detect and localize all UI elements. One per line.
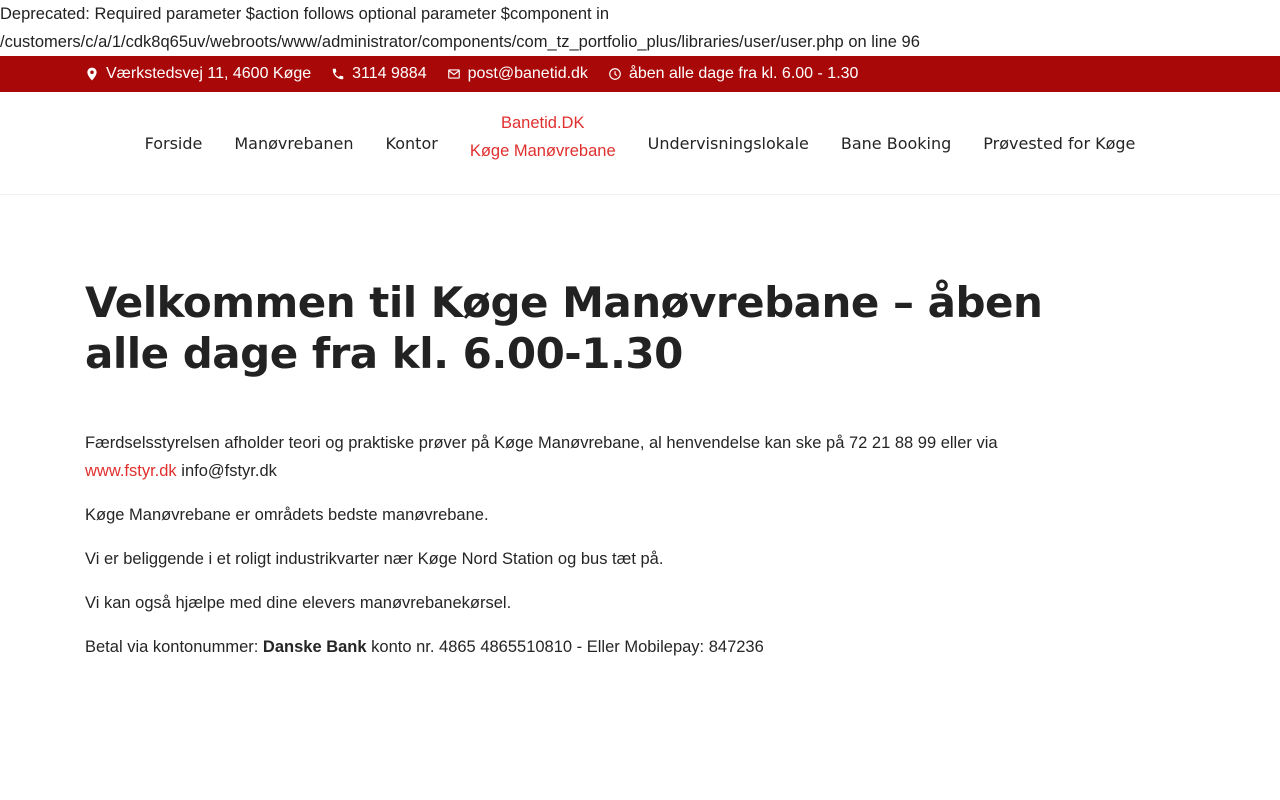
main-content: Velkommen til Køge Manøvrebane – åben al… bbox=[0, 277, 1280, 661]
map-pin-icon bbox=[87, 67, 97, 81]
paragraph-help: Vi kan også hjælpe med dine elevers manø… bbox=[85, 594, 512, 612]
nav-item-forside[interactable]: Forside bbox=[129, 134, 219, 153]
nav-item-proevested[interactable]: Prøvested for Køge bbox=[967, 134, 1151, 153]
page-title: Velkommen til Køge Manøvrebane – åben al… bbox=[85, 278, 1043, 378]
address-text: Værkstedsvej 11, 4600 Køge bbox=[106, 65, 312, 82]
envelope-icon bbox=[447, 69, 460, 79]
deprecation-line-2: /customers/c/a/1/cdk8q65uv/webroots/www/… bbox=[0, 33, 920, 51]
nav-item-bane-booking[interactable]: Bane Booking bbox=[825, 134, 967, 153]
email-text[interactable]: post@banetid.dk bbox=[468, 65, 588, 83]
fstyr-link[interactable]: www.fstyr.dk bbox=[85, 462, 177, 480]
nav-item-kontor[interactable]: Kontor bbox=[370, 134, 454, 153]
nav-item-undervisningslokale[interactable]: Undervisningslokale bbox=[632, 134, 825, 153]
top-info-bar: Værkstedsvej 11, 4600 Køge 3114 9884 pos… bbox=[0, 56, 1280, 92]
paragraph-best: Køge Manøvrebane er områdets bedste manø… bbox=[85, 506, 489, 524]
deprecation-line-1: Deprecated: Required parameter $action f… bbox=[0, 5, 610, 23]
email-item[interactable]: post@banetid.dk bbox=[447, 65, 588, 83]
main-navigation: Forside Manøvrebanen Kontor Banetid.DK K… bbox=[0, 92, 1280, 195]
address-item: Værkstedsvej 11, 4600 Køge bbox=[85, 65, 311, 83]
phone-item[interactable]: 3114 9884 bbox=[331, 65, 427, 83]
logo-line-1: Banetid.DK bbox=[500, 114, 585, 132]
deprecation-warning: Deprecated: Required parameter $action f… bbox=[0, 0, 1280, 56]
paragraph-fstyr-text: Færdselsstyrelsen afholder teori og prak… bbox=[85, 434, 998, 452]
paragraph-fstyr: Færdselsstyrelsen afholder teori og prak… bbox=[85, 429, 1080, 485]
paragraph-payment: Betal via kontonummer: Danske Bank konto… bbox=[85, 633, 1080, 661]
fstyr-email-text: info@fstyr.dk bbox=[176, 462, 277, 480]
logo-line-2: Køge Manøvrebane bbox=[469, 142, 616, 160]
hours-item: åben alle dage fra kl. 6.00 - 1.30 bbox=[608, 65, 859, 83]
paragraph-location: Vi er beliggende i et roligt industrikva… bbox=[85, 550, 664, 568]
phone-icon bbox=[332, 68, 344, 80]
hours-text: åben alle dage fra kl. 6.00 - 1.30 bbox=[628, 65, 859, 82]
payment-suffix: konto nr. 4865 4865510810 - Eller Mobile… bbox=[366, 638, 764, 656]
clock-icon bbox=[609, 68, 621, 80]
phone-text[interactable]: 3114 9884 bbox=[352, 65, 426, 83]
payment-prefix: Betal via kontonummer: bbox=[85, 638, 263, 656]
site-logo[interactable]: Banetid.DK Køge Manøvrebane bbox=[454, 109, 632, 165]
nav-item-manoevrebanen[interactable]: Manøvrebanen bbox=[218, 134, 369, 153]
bank-name: Danske Bank bbox=[262, 638, 367, 656]
